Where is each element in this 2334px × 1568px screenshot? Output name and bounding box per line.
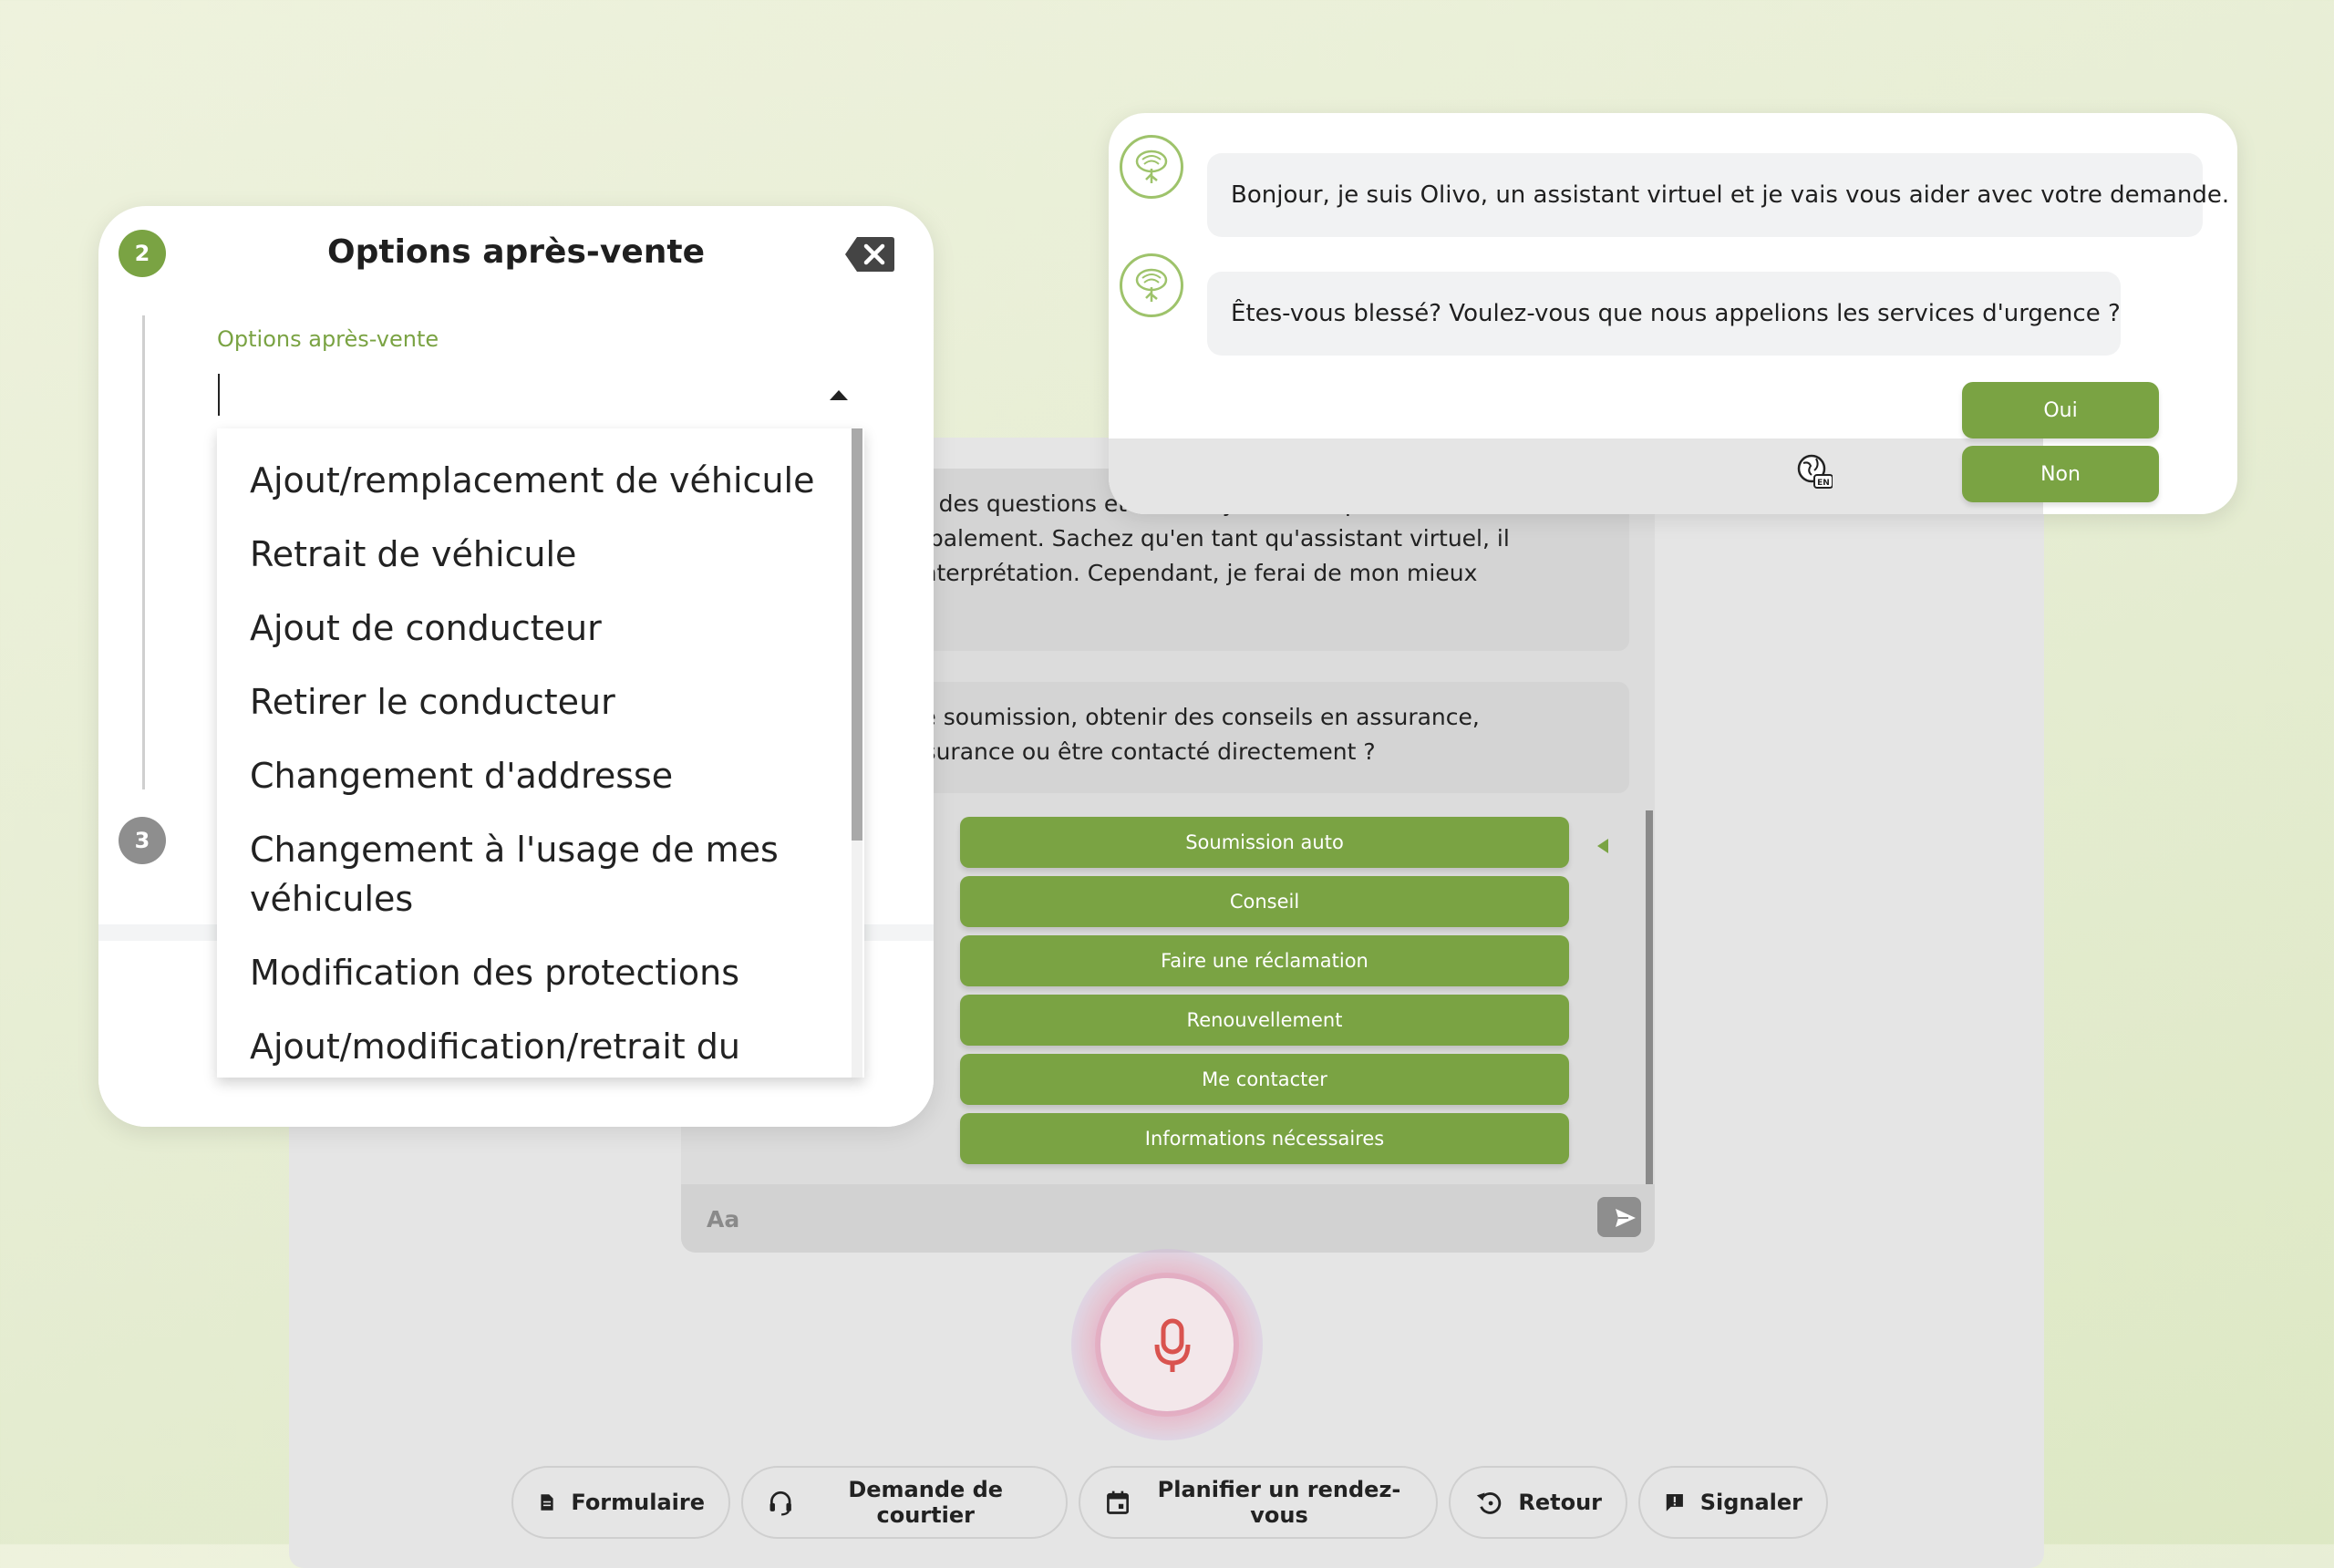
olive-tree-icon [1135,268,1168,302]
chat-input-bar [681,1184,1655,1253]
chat-scrollbar[interactable] [1646,810,1653,1202]
choice-conseil[interactable]: Conseil [960,876,1569,927]
dropdown-scrollbar[interactable] [852,428,862,841]
olive-tree-icon [1135,150,1168,183]
dropdown-option[interactable]: Changement à l'usage de mes véhicules [250,825,815,923]
microphone-button[interactable] [1100,1278,1234,1411]
no-button[interactable]: Non [1962,446,2159,502]
caret-up-icon[interactable] [830,390,848,400]
headset-icon [769,1491,791,1516]
retour-label: Retour [1518,1490,1602,1515]
dropdown-option[interactable]: Retrait de véhicule [250,530,815,579]
dropdown-option[interactable]: Ajout/modification/retrait du [250,1022,815,1071]
send-icon [1616,1209,1636,1227]
dropdown-option[interactable]: Changement d'addresse [250,751,815,800]
courtier-button[interactable]: Demande de courtier [741,1466,1068,1539]
choice-renouvellement[interactable]: Renouvellement [960,995,1569,1046]
choice-reclamation[interactable]: Faire une réclamation [960,935,1569,986]
retour-button[interactable]: Retour [1449,1466,1627,1539]
close-button[interactable] [844,235,895,273]
options-select[interactable] [217,368,861,432]
dropdown-option[interactable]: Ajout/remplacement de véhicule [250,456,815,505]
dropdown-option[interactable]: Retirer le conducteur [250,677,815,727]
close-icon [845,237,894,272]
calendar-icon [1107,1491,1129,1514]
chat-input[interactable] [705,1199,1529,1239]
dropdown-option[interactable]: Ajout de conducteur [250,603,815,653]
document-icon [541,1494,553,1511]
assistant-panel: Bonjour, je suis Olivo, un assistant vir… [1109,113,2237,514]
choice-soumission-auto[interactable]: Soumission auto [960,817,1569,868]
undo-icon [1476,1492,1502,1514]
microphone-halo [1071,1249,1263,1440]
choice-informations[interactable]: Informations nécessaires [960,1113,1569,1164]
dropdown-option[interactable]: Modification des protections [250,948,815,997]
step-connector [142,315,145,789]
formulaire-button[interactable]: Formulaire [511,1466,730,1539]
assistant-avatar [1120,253,1183,317]
rdv-label: Planifier un rendez-vous [1157,1477,1401,1528]
report-icon [1666,1493,1683,1511]
signaler-label: Signaler [1699,1490,1802,1515]
language-badge: EN [1817,479,1830,488]
panel-title: Options après-vente [327,233,705,271]
assistant-greeting: Bonjour, je suis Olivo, un assistant vir… [1207,153,2229,237]
selection-pointer-icon [1597,839,1608,853]
bottom-toolbar: Formulaire Demande de courtier Planifier… [511,1466,1828,1541]
step-indicator-next: 3 [119,817,166,864]
formulaire-label: Formulaire [571,1490,705,1515]
rdv-button[interactable]: Planifier un rendez-vous [1079,1466,1438,1539]
field-label: Options après-vente [217,326,439,352]
panel-overlap [1109,438,2043,514]
text-cursor [218,374,220,416]
courtier-label: Demande de courtier [848,1477,1004,1528]
assistant-avatar [1120,135,1183,199]
assistant-question: Êtes-vous blessé? Voulez-vous que nous a… [1207,272,2121,356]
choice-me-contacter[interactable]: Me contacter [960,1054,1569,1105]
send-button[interactable] [1597,1197,1641,1237]
microphone-icon [1154,1318,1191,1372]
choice-list: Soumission auto Conseil Faire une réclam… [960,817,1569,1172]
options-dropdown: Ajout/remplacement de véhicule Retrait d… [217,428,864,1078]
globe-icon[interactable]: EN [1796,453,1833,490]
signaler-button[interactable]: Signaler [1638,1466,1828,1539]
yes-button[interactable]: Oui [1962,382,2159,438]
